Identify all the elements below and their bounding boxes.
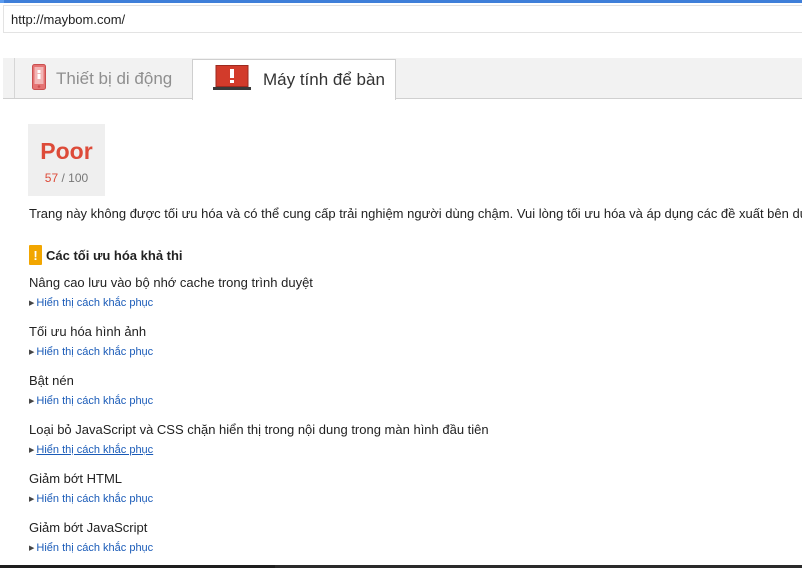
score-number: 57 — [44, 171, 59, 185]
score-rating: Poor — [40, 138, 93, 164]
show-fix-link-label: Hiển thị cách khắc phục — [36, 346, 154, 358]
rule-title: Tối ưu hóa hình ảnh — [29, 324, 147, 339]
section-title: Các tối ưu hóa khả thi — [46, 247, 183, 263]
rule-item: Bật nén ▶ Hiển thị cách khắc phục — [29, 373, 153, 407]
tab-desktop-label: Máy tính để bàn — [263, 70, 385, 89]
triangle-right-icon: ▶ — [29, 349, 35, 356]
url-bar[interactable] — [3, 5, 802, 33]
rule-title: Giảm bớt JavaScript — [29, 520, 148, 535]
section-heading: ! Các tối ưu hóa khả thi — [29, 245, 183, 265]
triangle-right-icon: ▶ — [29, 300, 35, 307]
url-input[interactable] — [4, 6, 802, 32]
tab-divider — [14, 58, 15, 98]
rule-item: Tối ưu hóa hình ảnh ▶ Hiển thị cách khắc … — [29, 324, 153, 358]
rule-title: Nâng cao lưu vào bộ nhớ cache trong trìn… — [29, 275, 313, 290]
score-max: / 100 — [61, 171, 89, 185]
show-fix-link[interactable]: ▶ Hiển thị cách khắc phục — [29, 493, 153, 505]
score-value: 57 / 100 — [28, 171, 105, 185]
rule-title: Giảm bớt HTML — [29, 471, 123, 486]
rule-title: Loại bỏ JavaScript và CSS chặn hiển thị … — [29, 422, 489, 437]
score-badge: Poor 57 / 100 — [28, 124, 105, 196]
triangle-right-icon: ▶ — [29, 545, 35, 552]
show-fix-link[interactable]: ▶ Hiển thị cách khắc phục — [29, 297, 313, 309]
desktop-computer-icon — [213, 64, 251, 96]
rule-item: Giảm bớt HTML ▶ Hiển thị cách khắc phục — [29, 471, 153, 505]
triangle-right-icon: ▶ — [29, 496, 35, 503]
triangle-right-icon: ▶ — [29, 447, 35, 454]
browser-top-accent — [0, 0, 802, 3]
summary-text: Trang này không được tối ưu hóa và có th… — [29, 206, 802, 221]
show-fix-link-label: Hiển thị cách khắc phục — [36, 395, 154, 407]
triangle-right-icon: ▶ — [29, 398, 35, 405]
rule-item: Nâng cao lưu vào bộ nhớ cache trong trìn… — [29, 275, 313, 309]
show-fix-link[interactable]: ▶ Hiển thị cách khắc phục — [29, 346, 153, 358]
show-fix-link-label: Hiển thị cách khắc phục — [36, 444, 154, 456]
show-fix-link-label: Hiển thị cách khắc phục — [36, 542, 154, 554]
show-fix-link-label: Hiển thị cách khắc phục — [36, 493, 154, 505]
rule-item: Loại bỏ JavaScript và CSS chặn hiển thị … — [29, 422, 489, 456]
tab-desktop[interactable]: Máy tính để bàn — [192, 59, 396, 100]
browser-top-accent-left — [0, 0, 4, 3]
show-fix-link[interactable]: ▶ Hiển thị cách khắc phục — [29, 395, 153, 407]
rule-item: Giảm bớt JavaScript ▶ Hiển thị cách khắc … — [29, 520, 153, 554]
warning-icon: ! — [29, 245, 42, 265]
show-fix-link-label: Hiển thị cách khắc phục — [36, 297, 154, 309]
mobile-phone-icon — [32, 63, 46, 95]
show-fix-link[interactable]: ▶ Hiển thị cách khắc phục — [29, 444, 489, 456]
tab-mobile-label: Thiết bị di động — [56, 69, 173, 88]
show-fix-link[interactable]: ▶ Hiển thị cách khắc phục — [29, 542, 153, 554]
tab-mobile[interactable]: Thiết bị di động — [20, 60, 190, 98]
rule-title: Bật nén — [29, 373, 74, 388]
